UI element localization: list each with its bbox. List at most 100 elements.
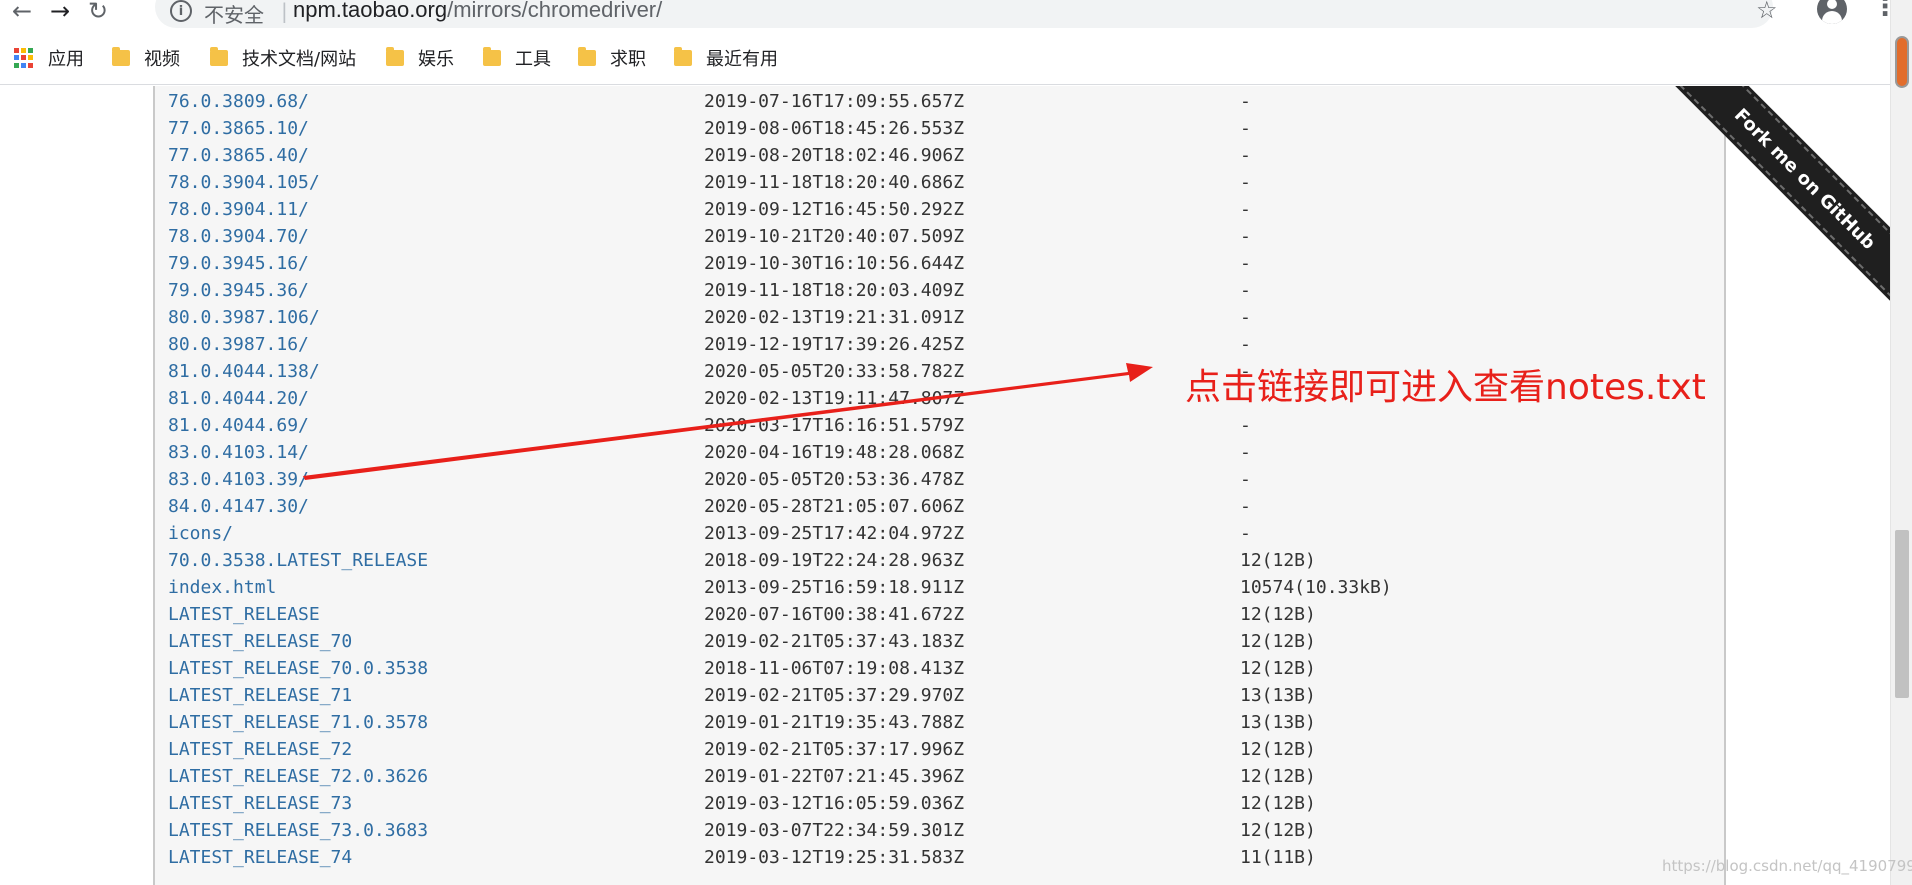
file-size: 12(12B) <box>1240 604 1316 625</box>
file-link[interactable]: 80.0.3987.16/ <box>168 334 309 355</box>
bookmark-folder-video[interactable]: 视频 <box>112 45 180 71</box>
table-row: 80.0.3987.106/2020-02-13T19:21:31.091Z - <box>168 307 1418 334</box>
info-icon[interactable]: i <box>170 0 192 22</box>
profile-avatar-icon[interactable] <box>1817 0 1847 24</box>
file-date: 2019-09-12T16:45:50.292Z <box>704 199 965 220</box>
file-size: - <box>1240 334 1251 355</box>
file-date: 2019-12-19T17:39:26.425Z <box>704 334 965 355</box>
file-link[interactable]: LATEST_RELEASE_70.0.3538 <box>168 658 428 679</box>
file-size: 12(12B) <box>1240 793 1316 814</box>
file-size: 11(11B) <box>1240 847 1316 868</box>
table-row: 81.0.4044.69/2020-03-17T16:16:51.579Z - <box>168 415 1418 442</box>
fork-me-github-ribbon[interactable]: Fork me on GitHub <box>1672 86 1890 301</box>
file-link[interactable]: 78.0.3904.105/ <box>168 172 320 193</box>
forward-icon[interactable]: → <box>44 0 76 26</box>
file-link[interactable]: 76.0.3809.68/ <box>168 91 309 112</box>
table-row: 77.0.3865.40/2019-08-20T18:02:46.906Z - <box>168 145 1418 172</box>
scrollbar-thumb[interactable] <box>1895 530 1909 698</box>
file-link[interactable]: LATEST_RELEASE_74 <box>168 847 352 868</box>
file-link[interactable]: 79.0.3945.16/ <box>168 253 309 274</box>
file-size: - <box>1240 226 1251 247</box>
file-link[interactable]: LATEST_RELEASE_73.0.3683 <box>168 820 428 841</box>
bookmark-label: 技术文档/网站 <box>242 49 357 70</box>
file-size: 12(12B) <box>1240 631 1316 652</box>
file-size: - <box>1240 253 1251 274</box>
scrollbar-marker <box>1895 36 1909 88</box>
file-size: 10574(10.33kB) <box>1240 577 1392 598</box>
file-link[interactable]: 77.0.3865.10/ <box>168 118 309 139</box>
reload-icon[interactable]: ↻ <box>82 0 114 26</box>
file-link[interactable]: 81.0.4044.69/ <box>168 415 309 436</box>
table-row: 83.0.4103.39/2020-05-05T20:53:36.478Z - <box>168 469 1418 496</box>
table-row: index.html 2013-09-25T16:59:18.911Z 10574(… <box>168 577 1418 604</box>
bookmark-label: 求职 <box>610 49 646 70</box>
bookmark-label: 最近有用 <box>706 49 778 70</box>
file-date: 2019-11-18T18:20:40.686Z <box>704 172 965 193</box>
file-link[interactable]: LATEST_RELEASE_72.0.3626 <box>168 766 428 787</box>
file-date: 2019-08-06T18:45:26.553Z <box>704 118 965 139</box>
file-link[interactable]: index.html <box>168 577 276 598</box>
file-link[interactable]: 83.0.4103.14/ <box>168 442 309 463</box>
bookmark-label: 应用 <box>48 49 84 70</box>
table-row: 77.0.3865.10/2019-08-06T18:45:26.553Z - <box>168 118 1418 145</box>
table-row: 78.0.3904.11/2019-09-12T16:45:50.292Z - <box>168 199 1418 226</box>
bookmark-folder-entertainment[interactable]: 娱乐 <box>386 45 454 71</box>
file-link[interactable]: LATEST_RELEASE_72 <box>168 739 352 760</box>
file-date: 2020-03-17T16:16:51.579Z <box>704 415 965 436</box>
url-text[interactable]: npm.taobao.org/mirrors/chromedriver/ <box>293 0 662 23</box>
file-date: 2020-05-05T20:33:58.782Z <box>704 361 965 382</box>
file-date: 2018-09-19T22:24:28.963Z <box>704 550 965 571</box>
table-row: LATEST_RELEASE_70.0.3538 2018-11-06T07:19… <box>168 658 1418 685</box>
bookmark-folder-tools[interactable]: 工具 <box>483 45 551 71</box>
file-date: 2019-10-21T20:40:07.509Z <box>704 226 965 247</box>
file-size: - <box>1240 415 1251 436</box>
file-link[interactable]: 81.0.4044.20/ <box>168 388 309 409</box>
table-row: LATEST_RELEASE 2020-07-16T00:38:41.672Z 12… <box>168 604 1418 631</box>
apps-grid-icon <box>14 48 34 68</box>
file-link[interactable]: 81.0.4044.138/ <box>168 361 320 382</box>
file-link[interactable]: 78.0.3904.11/ <box>168 199 309 220</box>
file-size: 12(12B) <box>1240 739 1316 760</box>
browser-toolbar: ← → ↻ i 不安全 | npm.taobao.org/mirrors/chr… <box>0 0 1912 30</box>
file-link[interactable]: LATEST_RELEASE <box>168 604 320 625</box>
file-link[interactable]: LATEST_RELEASE_70 <box>168 631 352 652</box>
file-size: - <box>1240 280 1251 301</box>
bookmark-folder-tech-docs[interactable]: 技术文档/网站 <box>210 45 356 71</box>
file-date: 2013-09-25T16:59:18.911Z <box>704 577 965 598</box>
file-link[interactable]: LATEST_RELEASE_71 <box>168 685 352 706</box>
file-link[interactable]: 78.0.3904.70/ <box>168 226 309 247</box>
bookmark-folder-jobs[interactable]: 求职 <box>578 45 646 71</box>
file-date: 2019-02-21T05:37:29.970Z <box>704 685 965 706</box>
bookmark-star-icon[interactable]: ☆ <box>1756 0 1778 24</box>
file-link[interactable]: 80.0.3987.106/ <box>168 307 320 328</box>
file-link[interactable]: 84.0.4147.30/ <box>168 496 309 517</box>
file-link[interactable]: 70.0.3538.LATEST_RELEASE <box>168 550 428 571</box>
security-label[interactable]: 不安全 <box>204 0 264 28</box>
back-icon[interactable]: ← <box>6 0 38 26</box>
file-link[interactable]: icons/ <box>168 523 233 544</box>
file-link[interactable]: LATEST_RELEASE_73 <box>168 793 352 814</box>
table-row: LATEST_RELEASE_71 2019-02-21T05:37:29.970… <box>168 685 1418 712</box>
page-scrollbar[interactable] <box>1890 0 1912 885</box>
file-link[interactable]: 79.0.3945.36/ <box>168 280 309 301</box>
bookmark-folder-recent[interactable]: 最近有用 <box>674 45 778 71</box>
file-size: - <box>1240 199 1251 220</box>
file-size: - <box>1240 172 1251 193</box>
file-date: 2020-02-13T19:21:31.091Z <box>704 307 965 328</box>
file-date: 2019-10-30T16:10:56.644Z <box>704 253 965 274</box>
file-date: 2019-08-20T18:02:46.906Z <box>704 145 965 166</box>
file-size: - <box>1240 523 1251 544</box>
table-row: 79.0.3945.16/2019-10-30T16:10:56.644Z - <box>168 253 1418 280</box>
annotation-text: 点击链接即可进入查看notes.txt <box>1185 367 1706 408</box>
file-size: 13(13B) <box>1240 712 1316 733</box>
table-row: LATEST_RELEASE_71.0.3578 2019-01-21T19:35… <box>168 712 1418 739</box>
table-row: 83.0.4103.14/2020-04-16T19:48:28.068Z - <box>168 442 1418 469</box>
file-link[interactable]: 83.0.4103.39/ <box>168 469 309 490</box>
file-link[interactable]: LATEST_RELEASE_71.0.3578 <box>168 712 428 733</box>
file-link[interactable]: 77.0.3865.40/ <box>168 145 309 166</box>
table-row: LATEST_RELEASE_73 2019-03-12T16:05:59.036… <box>168 793 1418 820</box>
file-size: - <box>1240 307 1251 328</box>
file-size: - <box>1240 496 1251 517</box>
bookmark-apps[interactable]: 应用 <box>14 45 84 71</box>
file-size: - <box>1240 145 1251 166</box>
